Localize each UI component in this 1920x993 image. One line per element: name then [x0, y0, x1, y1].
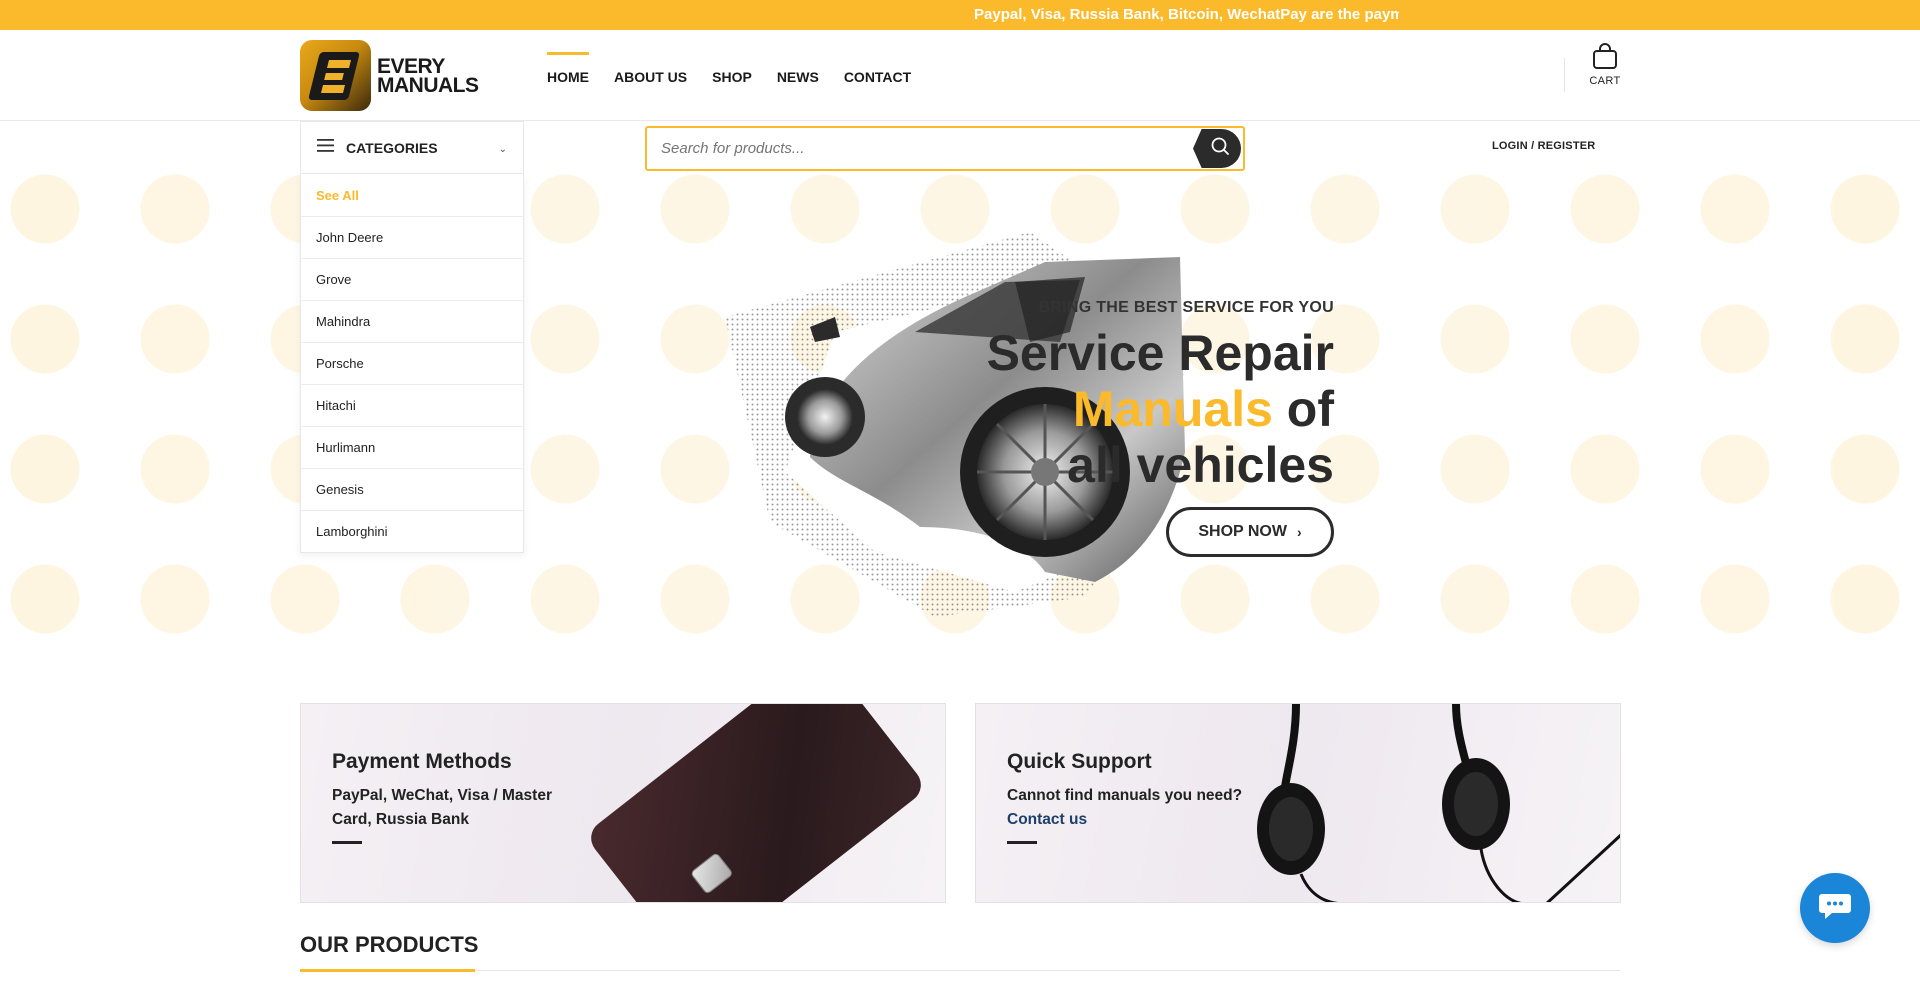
- promo-title: Payment Methods: [332, 750, 512, 773]
- card-chip-icon: [689, 851, 734, 895]
- site-header: EVERY MANUALS HOME ABOUT US SHOP NEWS CO…: [0, 30, 1920, 121]
- categories-list: See All John Deere Grove Mahindra Porsch…: [300, 173, 524, 553]
- logo-text: EVERY MANUALS: [377, 54, 479, 97]
- promo-quick-support[interactable]: Quick Support Cannot find manuals you ne…: [975, 703, 1621, 903]
- search-bar: [645, 126, 1245, 171]
- category-item[interactable]: John Deere: [301, 216, 523, 258]
- category-item[interactable]: Lamborghini: [301, 510, 523, 552]
- section-title: OUR PRODUCTS: [300, 932, 479, 957]
- category-item[interactable]: Hitachi: [301, 384, 523, 426]
- nav-contact[interactable]: CONTACT: [844, 65, 911, 85]
- section-divider: [475, 970, 1620, 971]
- contact-us-link[interactable]: Contact us: [1007, 811, 1087, 828]
- promo-desc: Cannot find manuals you need? Contact us: [1007, 784, 1247, 832]
- hero-title-line-2-rest: of: [1272, 381, 1334, 437]
- logo-mark-icon: [300, 40, 371, 111]
- section-title-underline: [300, 969, 475, 972]
- sub-header: CATEGORIES ⌄ LOGIN / REGISTER: [0, 121, 1920, 174]
- chat-bubble-icon: [1818, 891, 1852, 926]
- hero-title: Service Repair Manuals of all vehicles: [987, 325, 1334, 493]
- hamburger-icon: [317, 139, 334, 157]
- hero-banner: BRING THE BEST SERVICE FOR YOU Service R…: [0, 174, 1920, 673]
- nav-shop[interactable]: SHOP: [712, 65, 752, 85]
- nav-news[interactable]: NEWS: [777, 65, 819, 85]
- cart-button[interactable]: CART: [1584, 42, 1626, 87]
- headphones-image: [1257, 704, 1620, 902]
- promo-underline: [1007, 841, 1037, 844]
- chevron-right-icon: ›: [1296, 524, 1302, 540]
- category-item[interactable]: Porsche: [301, 342, 523, 384]
- search-icon: [1204, 136, 1230, 161]
- nav-about-us[interactable]: ABOUT US: [614, 65, 687, 85]
- logo[interactable]: EVERY MANUALS: [300, 40, 479, 111]
- nav-home[interactable]: HOME: [547, 52, 589, 85]
- hero-title-line-2: Manuals of: [987, 381, 1334, 437]
- promo-desc: PayPal, WeChat, Visa / Master Card, Russ…: [332, 787, 552, 828]
- chevron-down-icon: ⌄: [498, 144, 507, 155]
- promo-title: Quick Support: [1007, 750, 1152, 773]
- categories-toggle[interactable]: CATEGORIES ⌄: [300, 121, 524, 174]
- hero-text: BRING THE BEST SERVICE FOR YOU Service R…: [987, 299, 1334, 557]
- promo-underline: [332, 841, 362, 844]
- search-button[interactable]: [1193, 129, 1241, 168]
- hero-kicker: BRING THE BEST SERVICE FOR YOU: [1038, 299, 1334, 316]
- header-divider: [1564, 58, 1565, 92]
- hero-title-accent: Manuals: [1072, 381, 1273, 437]
- cart-label: CART: [1589, 75, 1621, 87]
- category-item[interactable]: Genesis: [301, 468, 523, 510]
- login-register-link[interactable]: LOGIN / REGISTER: [1492, 140, 1595, 152]
- hero-title-line-3: all vehicles: [1067, 437, 1334, 493]
- search-input[interactable]: [661, 128, 1181, 169]
- promo-payment-methods[interactable]: Payment Methods PayPal, WeChat, Visa / M…: [300, 703, 946, 903]
- category-item[interactable]: Grove: [301, 258, 523, 300]
- promo-desc-text: Cannot find manuals you need?: [1007, 787, 1243, 804]
- shopping-bag-icon: [1592, 42, 1618, 70]
- logo-line-1: EVERY: [377, 54, 445, 78]
- hero-title-line-1: Service Repair: [986, 325, 1334, 381]
- logo-line-2: MANUALS: [377, 73, 479, 97]
- announcement-text: Paypal, Visa, Russia Bank, Bitcoin, Wech…: [974, 6, 1399, 23]
- announcement-bar: Paypal, Visa, Russia Bank, Bitcoin, Wech…: [0, 0, 1920, 30]
- category-item[interactable]: Hurlimann: [301, 426, 523, 468]
- categories-title: CATEGORIES: [346, 140, 438, 156]
- category-item[interactable]: Mahindra: [301, 300, 523, 342]
- shop-now-button[interactable]: SHOP NOW ›: [1166, 507, 1334, 557]
- chat-button[interactable]: [1800, 873, 1870, 943]
- credit-card-image: [583, 704, 929, 902]
- shop-now-label: SHOP NOW: [1198, 523, 1287, 540]
- main-nav: HOME ABOUT US SHOP NEWS CONTACT: [547, 30, 936, 120]
- category-see-all[interactable]: See All: [301, 174, 523, 216]
